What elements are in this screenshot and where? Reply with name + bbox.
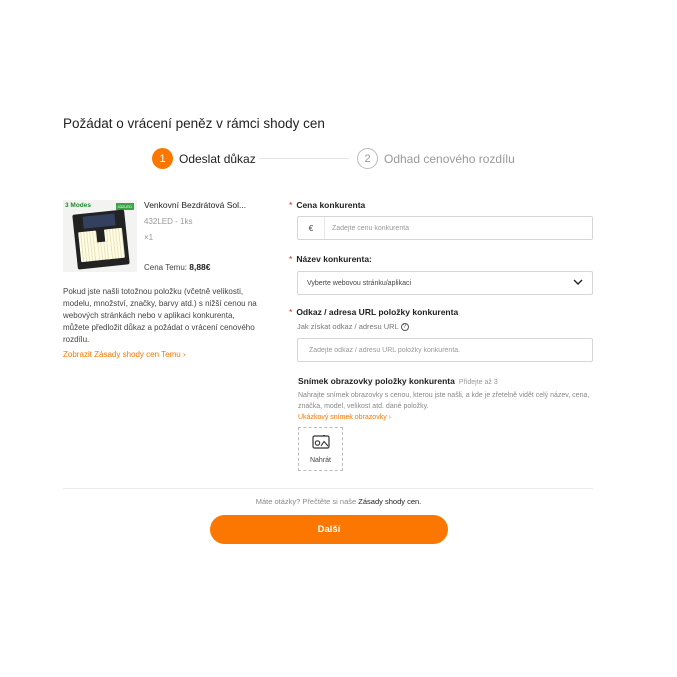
price-value: 8,88€ bbox=[189, 262, 211, 272]
upload-button[interactable]: Nahrát bbox=[298, 427, 343, 471]
product-image-badge: 3 Modes bbox=[65, 202, 92, 209]
product-quantity: ×1 bbox=[144, 233, 154, 242]
required-mark: * bbox=[289, 254, 293, 264]
page-title: Požádat o vrácení peněz v rámci shody ce… bbox=[63, 116, 325, 131]
product-price: Cena Temu: 8,88€ bbox=[144, 262, 211, 272]
step-1: 1 Odeslat důkaz bbox=[152, 148, 256, 169]
step-2: 2 Odhad cenového rozdílu bbox=[357, 148, 515, 169]
competitor-price-label: * Cena konkurenta bbox=[289, 200, 366, 210]
image-upload-icon bbox=[311, 433, 330, 454]
upload-label: Nahrát bbox=[309, 456, 331, 464]
step-1-number: 1 bbox=[152, 148, 173, 169]
question-icon[interactable]: ? bbox=[400, 322, 409, 331]
product-image: 3 Modes 432LED bbox=[63, 200, 137, 272]
screenshot-limit: Přidejte až 3 bbox=[458, 379, 498, 386]
step-connector bbox=[259, 158, 349, 159]
price-label: Cena Temu: bbox=[144, 263, 187, 272]
product-name: Venkovní Bezdrátová Sol... bbox=[144, 200, 247, 210]
policy-footer-link[interactable]: Zásady shody cen. bbox=[358, 497, 421, 506]
divider bbox=[63, 488, 593, 489]
description-text: Pokud jste našli totožnou položku (včetn… bbox=[63, 287, 257, 344]
solar-light-graphic bbox=[72, 209, 130, 270]
example-screenshot-link[interactable]: Ukázkový snímek obrazovky › bbox=[298, 414, 391, 421]
required-mark: * bbox=[289, 200, 293, 210]
chevron-down-icon bbox=[573, 279, 583, 287]
competitor-select[interactable]: Vyberte webovou stránku/aplikaci bbox=[297, 271, 593, 295]
currency-symbol: € bbox=[298, 217, 325, 239]
competitor-price-input[interactable] bbox=[325, 217, 592, 239]
competitor-name-label: * Název konkurenta: bbox=[289, 254, 372, 264]
next-button[interactable]: Další bbox=[210, 515, 448, 544]
url-help-link[interactable]: Jak získat odkaz / adresu URL ? bbox=[297, 322, 409, 331]
product-spec: 432LED - 1ks bbox=[144, 217, 193, 226]
competitor-select-value: Vyberte webovou stránku/aplikaci bbox=[307, 279, 412, 287]
screenshot-description: Nahrajte snímek obrazovky s cenou, ktero… bbox=[298, 392, 590, 410]
competitor-url-input[interactable] bbox=[297, 338, 593, 362]
step-2-number: 2 bbox=[357, 148, 378, 169]
screenshot-label: Snímek obrazovky položky konkurenta Přide… bbox=[298, 376, 498, 386]
required-mark: * bbox=[289, 307, 293, 317]
step-2-label: Odhad cenového rozdílu bbox=[384, 151, 515, 166]
price-match-policy-link[interactable]: Zobrazit Zásady shody cen Temu › bbox=[63, 350, 186, 359]
footer-note: Máte otázky? Přečtěte si naše Zásady sho… bbox=[255, 497, 422, 506]
competitor-url-label: * Odkaz / adresa URL položky konkurenta bbox=[289, 307, 459, 317]
step-1-label: Odeslat důkaz bbox=[179, 151, 256, 166]
competitor-price-field: € bbox=[297, 216, 593, 240]
stepper: 1 Odeslat důkaz 2 Odhad cenového rozdílu bbox=[152, 148, 532, 170]
